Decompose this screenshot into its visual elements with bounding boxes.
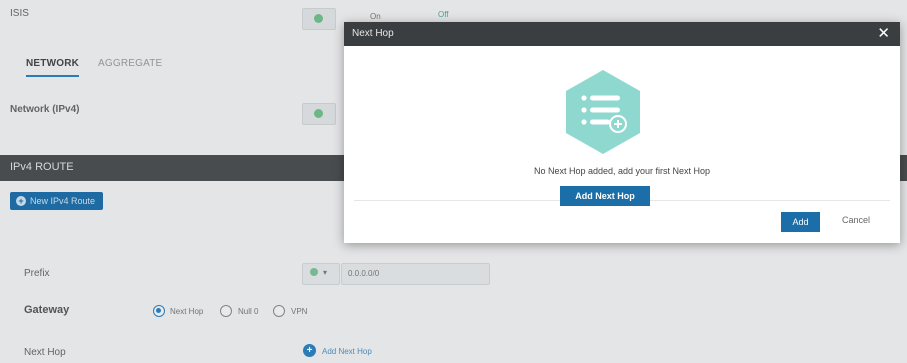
list-add-icon: [566, 70, 640, 154]
cancel-button[interactable]: Cancel: [842, 215, 870, 225]
close-icon[interactable]: ✕: [877, 25, 890, 43]
add-next-hop-button[interactable]: Add Next Hop: [560, 186, 650, 206]
empty-state-message: No Next Hop added, add your first Next H…: [533, 166, 711, 176]
modal-header: Next Hop ✕: [344, 22, 900, 46]
next-hop-modal: Next Hop ✕ No Next Hop added, add your f…: [344, 22, 900, 243]
modal-title: Next Hop: [352, 28, 394, 39]
add-button[interactable]: Add: [781, 212, 820, 232]
